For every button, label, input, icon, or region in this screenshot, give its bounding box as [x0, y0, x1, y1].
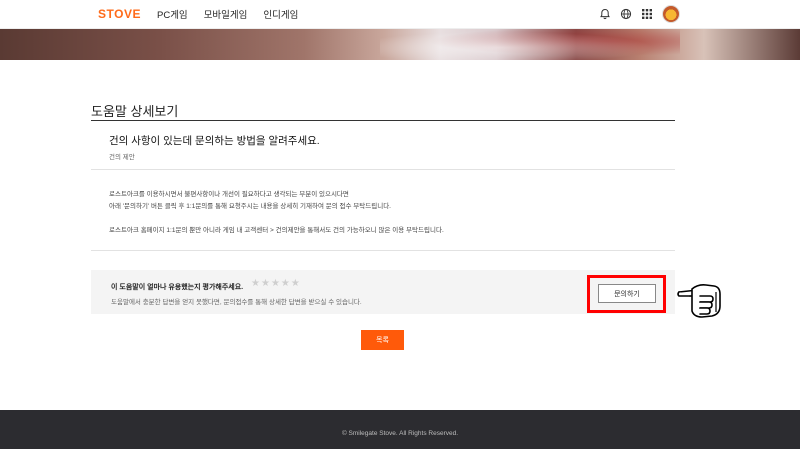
star-rating: ★ ★ ★ ★ ★: [251, 279, 300, 289]
article-title: 건의 사항이 있는데 문의하는 방법을 알려주세요.: [109, 135, 320, 147]
article-category: 건의 제안: [109, 154, 135, 161]
article-line-2: 아래 '문의하기' 버튼 클릭 후 1:1문의를 통해 요청주시는 내용을 상세…: [109, 203, 391, 210]
star-icon-3[interactable]: ★: [271, 279, 280, 289]
star-icon-5[interactable]: ★: [291, 279, 300, 289]
title-divider: [91, 120, 675, 121]
pointing-hand-icon: [677, 284, 721, 318]
content-divider: [91, 250, 675, 251]
footer: © Smilegate Stove. All Rights Reserved.: [0, 410, 800, 449]
list-button[interactable]: 목록: [361, 330, 404, 350]
avatar[interactable]: [662, 5, 680, 23]
article-divider: [91, 169, 675, 170]
header-icons: [599, 5, 680, 23]
nav-pc-games[interactable]: PC게임: [157, 7, 188, 21]
copyright-text: © Smilegate Stove. All Rights Reserved.: [341, 430, 459, 437]
inquiry-button[interactable]: 문의하기: [598, 284, 656, 303]
nav-indie-games[interactable]: 인디게임: [263, 7, 298, 21]
rating-question: 이 도움말이 얼마나 유용했는지 평가해주세요.: [111, 284, 244, 291]
nav-mobile-games[interactable]: 모바일게임: [204, 7, 248, 21]
hero-banner: [0, 29, 800, 60]
top-header: STOVE PC게임 모바일게임 인디게임: [0, 0, 800, 29]
bell-icon[interactable]: [599, 8, 611, 20]
star-icon-1[interactable]: ★: [251, 279, 260, 289]
main-nav: PC게임 모바일게임 인디게임: [157, 7, 298, 21]
globe-icon[interactable]: [620, 8, 632, 20]
article-line-3: 로스트아크 홈페이지 1:1문의 뿐만 아니라 게임 내 고객센터 > 건의제안…: [109, 227, 444, 234]
page-title: 도움말 상세보기: [91, 104, 179, 119]
article-line-1: 로스트아크를 이용하시면서 불편사항이나 개선이 필요하다고 생각되는 부분이 …: [109, 191, 349, 198]
grid-menu-icon[interactable]: [641, 8, 653, 20]
stove-logo[interactable]: STOVE: [98, 7, 141, 21]
rating-note: 도움말에서 충분한 답변을 얻지 못했다면, 문의접수를 통해 상세한 답변을 …: [111, 299, 362, 306]
star-icon-4[interactable]: ★: [281, 279, 290, 289]
star-icon-2[interactable]: ★: [261, 279, 270, 289]
